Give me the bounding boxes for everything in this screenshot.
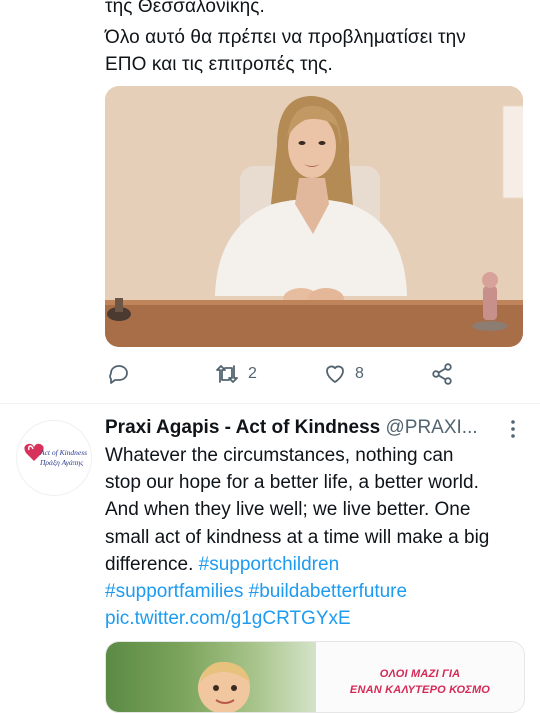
tweet-line: difference. #supportchildren [105,551,530,578]
like-count: 8 [355,365,364,382]
tweet-actions: 2 8 [0,360,540,390]
hashtag-supportchildren[interactable]: #supportchildren [199,554,339,575]
tweet-media-card[interactable]: ΟΛΟΙ ΜΑΖΙ ΓΙΑ ΕΝΑΝ ΚΑΛΥΤΕΡΟ ΚΟΣΜΟ [105,641,525,713]
tweet-photo[interactable] [105,86,523,347]
pic-link[interactable]: pic.twitter.com/g1gCRTGYxE [105,608,351,629]
card-caption-line1: ΟΛΟΙ ΜΑΖΙ ΓΙΑ [379,668,461,680]
logo-text-line1: Act of Kindness [39,448,87,457]
tweet-line: small act of kindness at a time will mak… [105,526,490,548]
child-photo [106,642,316,712]
retweet-button[interactable]: 2 [214,362,257,386]
previous-tweet-line: ΕΠΟ και τις επιτροπές της. [105,54,333,75]
retweet-count: 2 [248,365,257,382]
tweet-line: And when they live well; we live better.… [105,499,471,521]
hashtag-supportfamilies[interactable]: #supportfamilies [105,581,243,602]
act-of-kindness-logo: Act of Kindness Πράξη Αγάπης [24,443,87,467]
tweet-line-text: difference. [105,553,199,575]
author-handle[interactable]: @PRAXI... [385,417,477,438]
tweet-line: #supportfamilies #buildabetterfuture [105,578,530,605]
reply-icon [109,365,128,384]
card-caption-line2: ΕΝΑΝ ΚΑΛΥΤΕΡΟ ΚΟΣΜΟ [349,684,491,696]
reply-button[interactable] [107,362,139,386]
share-icon [432,363,452,385]
tweet-divider [0,403,540,404]
retweet-icon [216,365,238,383]
child-image [198,661,250,712]
woman-at-desk-image [105,86,523,347]
hashtag-buildabetterfuture[interactable]: #buildabetterfuture [249,581,407,602]
author-name[interactable]: Praxi Agapis - Act of Kindness [105,417,380,438]
tweet-line: stop our hope for a better life, a bette… [105,472,479,494]
tweet-line: Whatever the circumstances, nothing can [105,445,454,466]
more-vertical-icon [511,420,515,438]
card-caption-panel: ΟΛΟΙ ΜΑΖΙ ΓΙΑ ΕΝΑΝ ΚΑΛΥΤΕΡΟ ΚΟΣΜΟ [316,642,524,712]
tweet-text: Whatever the circumstances, nothing can … [105,442,530,632]
more-options-button[interactable] [505,418,521,445]
avatar[interactable]: Act of Kindness Πράξη Αγάπης [16,420,92,496]
tweet-header: Praxi Agapis - Act of Kindness @PRAXI... [105,416,478,440]
heart-icon [326,365,344,383]
logo-text-line2: Πράξη Αγάπης [39,458,84,467]
share-button[interactable] [430,362,454,386]
tweet-line: pic.twitter.com/g1gCRTGYxE [105,605,530,632]
previous-tweet-line: της Θεσσαλονίκης. [105,0,265,17]
previous-tweet-line: Όλο αυτό θα πρέπει να προβληματίσει την [105,27,466,48]
like-button[interactable]: 8 [323,362,364,386]
